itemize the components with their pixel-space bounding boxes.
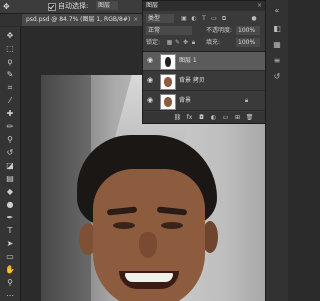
layer-thumbnail	[160, 74, 176, 90]
move-icon[interactable]: ✥	[5, 31, 15, 41]
more-tools-icon[interactable]: ⋯	[5, 291, 15, 301]
layer-row[interactable]: ◉ 图层 1	[143, 52, 265, 71]
auto-select-checkbox[interactable]	[48, 3, 56, 11]
move-tool-icon[interactable]: ✥	[3, 2, 12, 11]
layer-style-icon[interactable]: fx	[185, 113, 194, 122]
close-icon[interactable]: ×	[133, 16, 138, 23]
document-tab[interactable]: psd.psd @ 84.7% (图层 1, RGB/8#) ×	[22, 14, 143, 26]
visibility-eye-icon[interactable]: ◉	[147, 96, 155, 104]
auto-select-label: 自动选择:	[58, 2, 89, 10]
layers-panel-header[interactable]: 图层 ×	[143, 1, 265, 11]
blend-mode-dropdown[interactable]: 正常	[146, 26, 192, 35]
eyedropper-icon[interactable]: ⁄	[5, 96, 15, 106]
type-icon[interactable]: T	[5, 226, 15, 236]
subject-right-eye	[161, 222, 183, 229]
crop-icon[interactable]: ⌗	[5, 83, 15, 93]
layers-panel-title: 图层	[146, 2, 159, 9]
blur-icon[interactable]: ◆	[5, 187, 15, 197]
new-group-icon[interactable]: ▭	[221, 113, 230, 122]
lock-transparent-icon[interactable]: ▦	[166, 38, 173, 47]
gradient-icon[interactable]: ▤	[5, 174, 15, 184]
visibility-eye-icon[interactable]: ◉	[147, 56, 155, 64]
layer-filter-row: 类型 ▣ ◐ T ▭ ⧉ ●	[146, 14, 262, 23]
lock-position-icon[interactable]: ✥	[182, 38, 189, 47]
history-brush-icon[interactable]: ↺	[5, 148, 15, 158]
fill-field[interactable]: 100%	[236, 38, 260, 47]
layer-thumbnail	[160, 94, 176, 110]
lock-all-icon[interactable]: 🔒︎	[190, 38, 197, 47]
layer-thumbnail	[160, 54, 176, 70]
fill-label: 填充:	[206, 39, 221, 46]
dodge-icon[interactable]: ●	[5, 200, 15, 210]
visibility-eye-icon[interactable]: ◉	[147, 76, 155, 84]
color-panel-icon[interactable]: ◧	[272, 24, 282, 34]
adjustment-layer-icon[interactable]: ◐	[209, 113, 218, 122]
new-layer-icon[interactable]: ⊞	[233, 113, 242, 122]
layer-name: 背景	[179, 97, 192, 104]
lock-label: 锁定:	[146, 39, 161, 46]
document-tab-title: psd.psd @ 84.7% (图层 1, RGB/8#)	[26, 16, 131, 23]
right-dock: « ◧ ▦ ≡ ↺	[265, 0, 288, 301]
panel-close-icon[interactable]: ×	[257, 1, 262, 11]
filter-toggle-icon[interactable]: ●	[250, 14, 258, 23]
auto-select-target-dropdown[interactable]: 图层	[96, 1, 118, 10]
eraser-icon[interactable]: ◪	[5, 161, 15, 171]
zoom-icon[interactable]: ⚲	[5, 278, 15, 288]
pixel-filter-icon[interactable]: ▣	[180, 14, 188, 23]
layer-row[interactable]: ◉ 背景 🔒︎	[143, 92, 265, 111]
lock-image-icon[interactable]: ✎	[174, 38, 181, 47]
layer-name: 背景 拷贝	[179, 77, 205, 84]
layer-list: ◉ 图层 1 ◉ 背景 拷贝 ◉ 背景 🔒︎	[143, 51, 265, 112]
properties-panel-icon[interactable]: ≡	[272, 56, 282, 66]
add-mask-icon[interactable]: ◘	[197, 113, 206, 122]
brush-icon[interactable]: ✏	[5, 122, 15, 132]
history-panel-icon[interactable]: ↺	[272, 72, 282, 82]
type-filter-icon[interactable]: T	[200, 14, 208, 23]
adjustment-filter-icon[interactable]: ◐	[190, 14, 198, 23]
layer-row[interactable]: ◉ 背景 拷贝	[143, 72, 265, 91]
subject-left-eye	[113, 222, 135, 229]
delete-layer-icon[interactable]: 🗑︎	[245, 113, 254, 122]
layer-name: 图层 1	[179, 57, 197, 64]
opacity-label: 不透明度:	[206, 27, 233, 34]
shape-icon[interactable]: ▭	[5, 252, 15, 262]
layer-kind-dropdown[interactable]: 类型	[146, 14, 174, 23]
lasso-icon[interactable]: ϙ	[5, 57, 15, 67]
layers-panel: 图层 × 类型 ▣ ◐ T ▭ ⧉ ● 正常 不透明度: 100% 锁定: ▦ …	[142, 0, 266, 124]
swatches-panel-icon[interactable]: ▦	[272, 40, 282, 50]
hand-icon[interactable]: ✋	[5, 265, 15, 275]
link-layers-icon[interactable]: ⛓	[173, 113, 182, 122]
tools-panel: ✥ ⬚ ϙ ✎ ⌗ ⁄ ✚ ✏ ⚲ ↺ ◪ ▤ ◆ ● ✒ T ➤ ▭ ✋ ⚲ …	[0, 27, 21, 301]
path-select-icon[interactable]: ➤	[5, 239, 15, 249]
healing-brush-icon[interactable]: ✚	[5, 109, 15, 119]
smart-object-filter-icon[interactable]: ⧉	[220, 14, 228, 23]
marquee-icon[interactable]: ⬚	[5, 44, 15, 54]
layer-lock-icon: 🔒︎	[245, 97, 249, 104]
quick-select-icon[interactable]: ✎	[5, 70, 15, 80]
lock-row: 锁定: ▦ ✎ ✥ 🔒︎ 填充: 100%	[146, 38, 262, 47]
pen-icon[interactable]: ✒	[5, 213, 15, 223]
clone-stamp-icon[interactable]: ⚲	[5, 135, 15, 145]
opacity-field[interactable]: 100%	[236, 26, 260, 35]
subject-teeth	[125, 273, 173, 282]
blend-row: 正常 不透明度: 100%	[146, 26, 262, 35]
layers-panel-footer: ⛓ fx ◘ ◐ ▭ ⊞ 🗑︎	[143, 112, 265, 123]
shape-filter-icon[interactable]: ▭	[210, 14, 218, 23]
subject-nose	[139, 232, 157, 258]
panel-collapse-icon[interactable]: «	[272, 6, 282, 16]
